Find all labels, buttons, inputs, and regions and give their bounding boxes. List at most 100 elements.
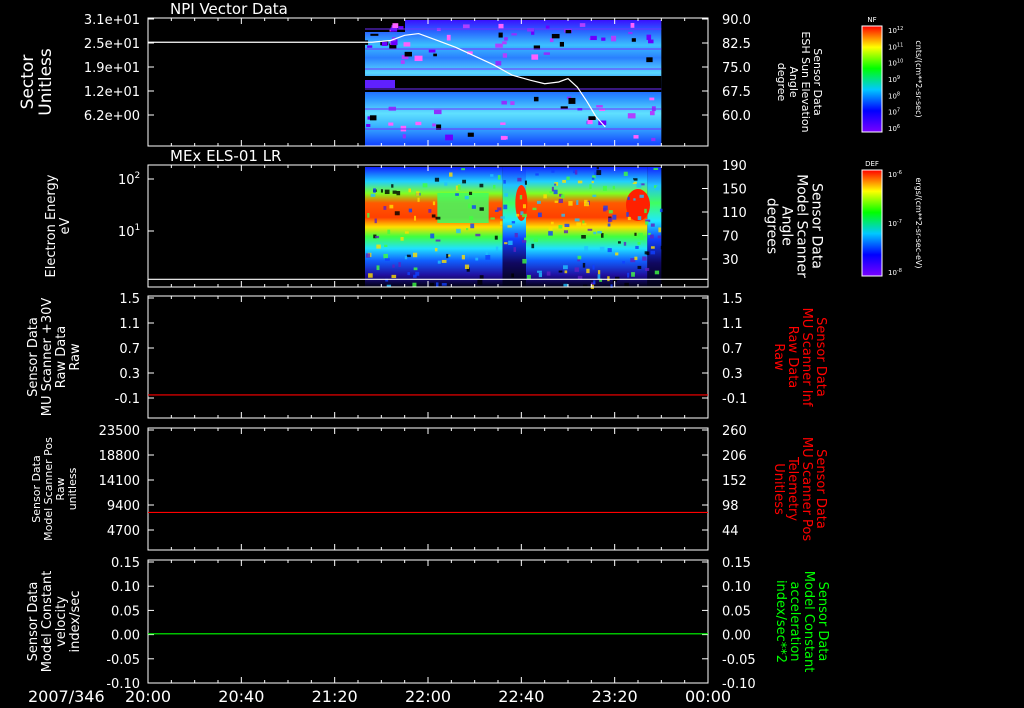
- y-axis-label-right-line: Angle: [779, 206, 795, 246]
- els-speckle: [490, 174, 494, 177]
- els-speckle: [626, 212, 629, 217]
- y-tick-label-right: 82.5: [722, 37, 751, 52]
- npi-speckle: [611, 35, 617, 42]
- els-speckle: [608, 217, 613, 222]
- colorbar-tick-label: 1012: [888, 26, 903, 35]
- x-tick-label: 22:40: [498, 687, 544, 706]
- y-axis-label-left: Electron Energy eV: [44, 174, 73, 277]
- npi-speckle: [433, 109, 442, 115]
- x-tick-label: 22:00: [405, 687, 451, 706]
- y-axis-label-right-line: Sensor Data: [813, 317, 828, 397]
- els-speckle: [639, 236, 644, 241]
- els-speckle: [441, 259, 447, 263]
- npi-speckle: [366, 124, 371, 127]
- els-speckle: [654, 270, 660, 275]
- els-speckle: [448, 254, 451, 257]
- els-speckle: [365, 253, 371, 258]
- npi-speckle: [568, 97, 576, 104]
- y-tick-label-right: 110: [722, 206, 747, 221]
- els-speckle: [503, 204, 508, 210]
- npi-speckle: [646, 57, 653, 63]
- els-speckle: [416, 191, 420, 196]
- els-speckle: [548, 231, 553, 236]
- panel-2: 102 101 190 150 110 70 30 Electron Energy eV Sens…: [44, 147, 825, 289]
- npi-speckle: [414, 55, 423, 62]
- colorbar-tick-label: 106: [888, 124, 900, 133]
- y-axis-label-right: Sensor DataMU Scanner InfRaw DataRaw: [771, 308, 828, 407]
- els-speckle: [563, 265, 568, 270]
- y-tick-label-left: 0.3: [119, 367, 140, 382]
- els-speckle: [553, 189, 558, 195]
- els-speckle: [441, 283, 447, 286]
- els-speckle: [650, 246, 655, 249]
- colorbar-units: ergs/(cm**2-sr-sec-eV): [914, 177, 923, 268]
- panel-1: 3.1e+01 2.5e+01 1.9e+01 1.2e+01 6.2e+00 90.0 8…: [18, 0, 824, 147]
- els-speckle: [391, 184, 394, 188]
- y-axis-label-right-line: Raw: [771, 343, 786, 371]
- els-speckle: [497, 207, 502, 211]
- npi-speckle: [533, 96, 539, 102]
- els-speckle: [434, 177, 440, 182]
- y-axis-label-left-line: MU Scanner +30V: [40, 298, 55, 417]
- npi-speckle: [631, 38, 636, 42]
- npi-speckle: [498, 32, 503, 38]
- els-speckle: [471, 205, 476, 209]
- els-speckle: [558, 198, 563, 204]
- y-axis-label-right-line: Model Constant: [801, 571, 816, 673]
- els-speckle: [615, 252, 619, 256]
- els-speckle: [514, 232, 518, 238]
- y-tick-label-right: 150: [722, 183, 747, 198]
- els-speckle: [434, 247, 438, 252]
- els-speckle: [599, 246, 605, 252]
- els-speckle: [384, 189, 390, 195]
- els-speckle: [522, 258, 527, 264]
- npi-speckle: [403, 42, 411, 47]
- npi-speckle: [579, 23, 586, 27]
- els-speckle: [508, 240, 513, 246]
- els-speckle: [576, 222, 582, 227]
- els-speckle: [617, 241, 621, 244]
- y-tick-label-right: 1.1: [722, 317, 743, 332]
- y-axis-label-right-line: index/sec**2: [773, 580, 788, 663]
- els-speckle: [561, 194, 565, 199]
- els-speckle: [550, 221, 554, 225]
- els-speckle: [461, 168, 466, 171]
- y-axis-label-right-line: Model Scanner: [794, 174, 810, 278]
- panel-5: 0.150.100.050.00-0.05-0.100.150.100.050.…: [26, 556, 830, 692]
- els-speckle: [437, 260, 441, 264]
- els-speckle: [430, 282, 434, 287]
- els-speckle: [383, 253, 388, 259]
- els-speckle: [367, 213, 370, 218]
- els-speckle: [503, 179, 506, 184]
- y-tick-label-right: 70: [722, 230, 739, 245]
- els-speckle: [466, 228, 469, 231]
- npi-speckle: [502, 41, 507, 45]
- npi-speckle: [648, 39, 654, 44]
- npi-spectrogram: [365, 20, 662, 146]
- els-speckle: [404, 255, 408, 260]
- npi-speckle: [630, 22, 635, 28]
- npi-speckle: [628, 31, 633, 35]
- els-speckle: [391, 274, 397, 279]
- panel-title: MEx ELS-01 LR: [170, 147, 281, 165]
- els-speckle: [387, 229, 391, 235]
- els-speckle: [374, 218, 377, 224]
- els-speckle: [574, 218, 580, 222]
- y-tick-label-right: 0.05: [722, 604, 751, 619]
- colorbar-tick-label: 10-6: [888, 170, 902, 179]
- els-speckle: [597, 274, 601, 280]
- colorbar-units: cnts/(cm**2-sr-sec): [914, 40, 923, 117]
- els-speckle: [407, 272, 410, 276]
- els-speckle: [660, 245, 666, 250]
- els-speckle: [373, 188, 376, 193]
- els-speckle: [477, 279, 483, 285]
- els-speckle: [396, 190, 401, 196]
- els-speckle: [493, 184, 496, 189]
- els-speckle: [622, 261, 625, 264]
- els-speckle: [649, 234, 654, 239]
- els-speckle: [591, 181, 594, 184]
- els-speckle: [659, 208, 663, 213]
- npi-speckle: [402, 134, 406, 139]
- panel-4: 23500 18800 14100 9400 4700 260 206 152 98 44 Sens…: [30, 424, 828, 551]
- colorbar-tick-label: 107: [888, 108, 900, 117]
